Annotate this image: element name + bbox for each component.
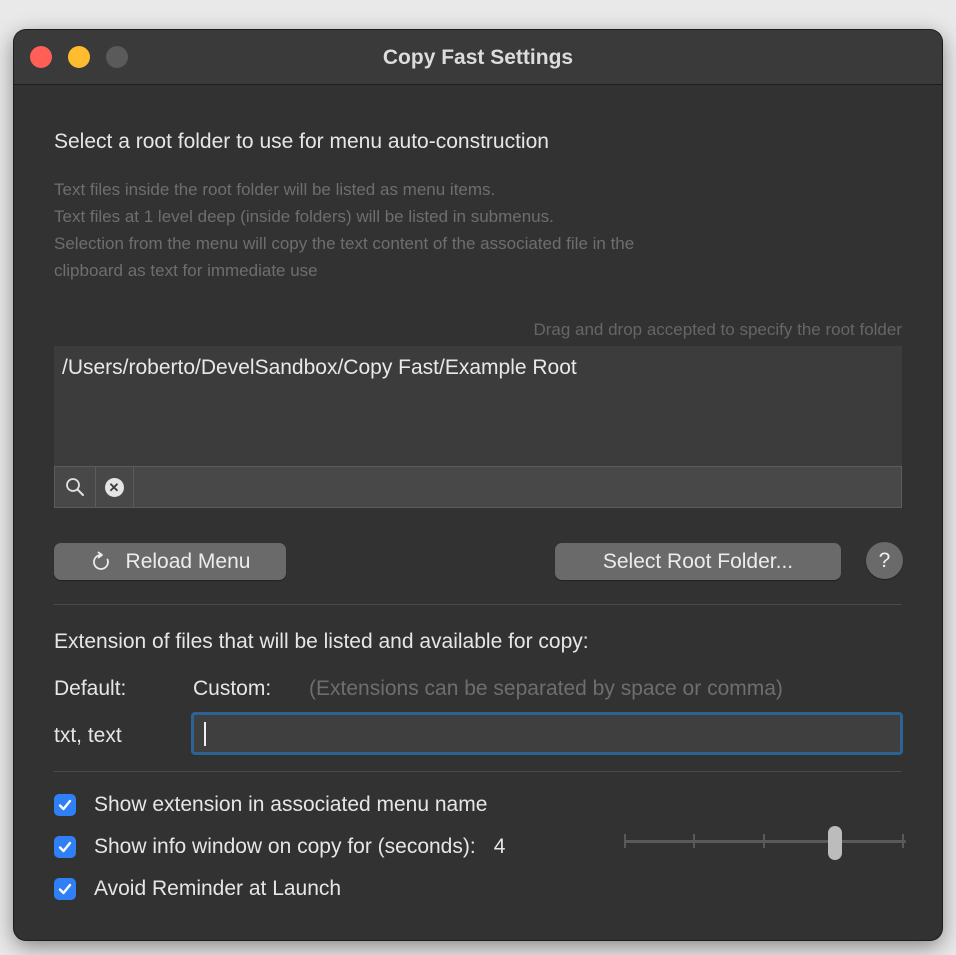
custom-label: Custom:	[193, 677, 272, 700]
default-extensions-value: txt, text	[54, 724, 122, 747]
root-folder-heading: Select a root folder to use for menu aut…	[54, 130, 549, 153]
slider-track	[624, 840, 906, 843]
checkmark-icon	[58, 841, 72, 853]
slider-tick	[624, 834, 626, 848]
slider-knob[interactable]	[828, 826, 842, 860]
checkmark-icon	[58, 883, 72, 895]
separator	[54, 771, 902, 772]
root-path-drop-area[interactable]: /Users/roberto/DevelSandbox/Copy Fast/Ex…	[54, 346, 902, 466]
slider-tick	[763, 834, 765, 848]
description-line: Text files at 1 level deep (inside folde…	[54, 207, 554, 226]
settings-window: Copy Fast Settings Select a root folder …	[14, 30, 942, 940]
show-extension-checkbox[interactable]	[54, 794, 76, 816]
description-line: clipboard as text for immediate use	[54, 261, 318, 280]
root-folder-description: Text files inside the root folder will b…	[54, 176, 634, 284]
separator	[54, 604, 902, 605]
show-info-label: Show info window on copy for (seconds):	[94, 835, 476, 858]
avoid-reminder-checkbox[interactable]	[54, 878, 76, 900]
select-root-folder-button[interactable]: Select Root Folder...	[555, 543, 841, 580]
help-button[interactable]: ?	[866, 542, 903, 579]
show-info-checkbox[interactable]	[54, 836, 76, 858]
custom-extensions-input[interactable]	[191, 712, 903, 755]
avoid-reminder-label: Avoid Reminder at Launch	[94, 877, 342, 900]
slider-tick	[902, 834, 904, 848]
checkmark-icon	[58, 799, 72, 811]
text-caret	[204, 722, 206, 746]
root-path-text: /Users/roberto/DevelSandbox/Copy Fast/Ex…	[62, 356, 577, 379]
slider-tick	[693, 834, 695, 848]
show-extension-option[interactable]: Show extension in associated menu name	[54, 793, 487, 817]
extensions-heading: Extension of files that will be listed a…	[54, 630, 589, 653]
window-title: Copy Fast Settings	[382, 46, 574, 69]
clear-icon[interactable]: ✕	[95, 467, 134, 507]
reload-menu-button[interactable]: Reload Menu	[54, 543, 286, 580]
reload-icon	[90, 551, 112, 573]
search-icon[interactable]	[55, 467, 96, 507]
show-info-option[interactable]: Show info window on copy for (seconds): …	[54, 835, 505, 859]
description-line: Selection from the menu will copy the te…	[54, 234, 635, 253]
info-seconds-value: 4	[493, 835, 506, 858]
custom-extensions-hint: (Extensions can be separated by space or…	[309, 677, 783, 700]
default-label: Default:	[54, 677, 127, 700]
info-duration-slider[interactable]	[624, 826, 906, 860]
drag-drop-hint: Drag and drop accepted to specify the ro…	[533, 320, 902, 339]
description-line: Text files inside the root folder will b…	[54, 180, 496, 199]
show-extension-label: Show extension in associated menu name	[94, 793, 488, 816]
avoid-reminder-option[interactable]: Avoid Reminder at Launch	[54, 877, 341, 901]
path-search-field[interactable]: ✕	[54, 466, 902, 508]
reload-menu-label: Reload Menu	[125, 549, 251, 573]
title-bar[interactable]: Copy Fast Settings	[14, 30, 942, 85]
